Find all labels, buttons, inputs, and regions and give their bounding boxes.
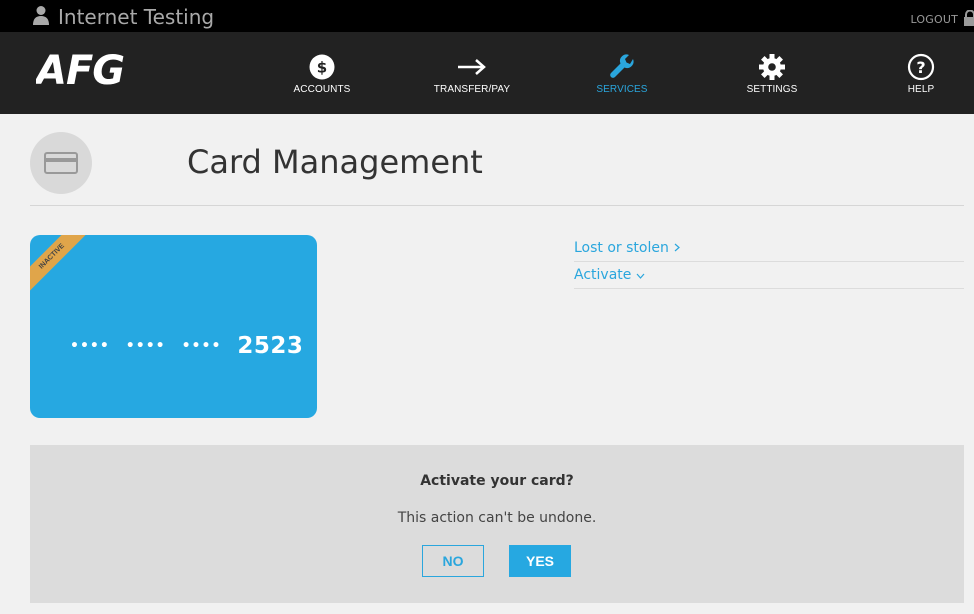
card-number: •••• •••• •••• 2523 <box>70 333 303 359</box>
lost-or-stolen-link[interactable]: Lost or stolen <box>574 235 964 262</box>
card-last4: 2523 <box>237 333 304 359</box>
nav-label: HELP <box>907 84 935 95</box>
question-circle-icon: ? <box>861 52 974 82</box>
card-masked-group: •••• <box>125 338 166 354</box>
link-label: Activate <box>574 267 632 283</box>
main-nav: AFG $ ACCOUNTS TRANSFER/PAY SERVICES SET… <box>0 32 974 114</box>
nav-services[interactable]: SERVICES <box>562 52 682 95</box>
chevron-right-icon <box>674 242 680 255</box>
link-label: Lost or stolen <box>574 240 669 256</box>
afg-logo[interactable]: AFG <box>33 48 156 94</box>
nav-help[interactable]: ? HELP <box>861 52 974 95</box>
confirm-question: Activate your card? <box>420 473 574 489</box>
card-visual[interactable]: INACTIVE •••• •••• •••• 2523 <box>30 235 317 418</box>
confirm-warning: This action can't be undone. <box>397 510 597 526</box>
nav-label: SETTINGS <box>746 84 798 95</box>
wrench-icon <box>562 52 682 82</box>
user-name: Internet Testing <box>58 5 215 29</box>
nav-label: SERVICES <box>596 84 648 95</box>
logout-link[interactable]: LOGOUT <box>910 13 958 26</box>
nav-transfer-pay[interactable]: TRANSFER/PAY <box>412 52 532 95</box>
card-masked-group: •••• <box>70 338 110 354</box>
svg-text:?: ? <box>916 58 925 77</box>
header-divider <box>30 205 964 206</box>
user-icon <box>32 5 50 29</box>
card-header-icon <box>30 132 92 194</box>
nav-label: ACCOUNTS <box>293 84 351 95</box>
card-masked-group: •••• <box>181 338 222 354</box>
activate-confirm-panel: Activate your card? This action can't be… <box>30 445 964 603</box>
inactive-ribbon: INACTIVE <box>30 235 101 305</box>
nav-settings[interactable]: SETTINGS <box>712 52 832 95</box>
gear-icon <box>712 52 832 82</box>
yes-button[interactable]: YES <box>509 545 571 577</box>
nav-label: TRANSFER/PAY <box>433 84 511 95</box>
logo-text: AFG <box>36 50 124 90</box>
user-info: Internet Testing <box>32 5 214 29</box>
chevron-down-icon <box>636 269 645 282</box>
top-bar: Internet Testing LOGOUT <box>0 0 974 32</box>
lock-icon[interactable] <box>964 9 974 30</box>
activate-link[interactable]: Activate <box>574 262 964 289</box>
no-button[interactable]: NO <box>422 545 484 577</box>
svg-text:$: $ <box>317 59 327 77</box>
nav-accounts[interactable]: $ ACCOUNTS <box>262 52 382 95</box>
card-actions: Lost or stolen Activate <box>574 235 964 289</box>
dollar-circle-icon: $ <box>262 52 382 82</box>
page-title: Card Management <box>187 143 483 181</box>
arrow-right-icon <box>412 52 532 82</box>
credit-card-icon <box>44 152 78 174</box>
